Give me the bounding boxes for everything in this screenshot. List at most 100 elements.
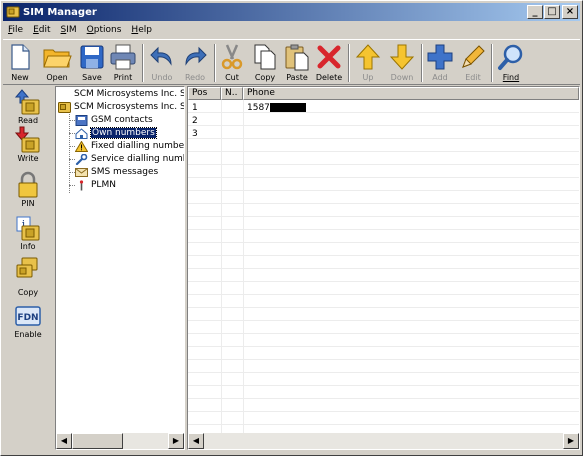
tree-horizontal-scrollbar[interactable]: ◀ ▶ xyxy=(56,433,184,449)
open-folder-icon xyxy=(43,49,72,68)
cut-label: Cut xyxy=(225,73,239,82)
up-label: Up xyxy=(362,73,374,82)
column-header-pos[interactable]: Pos xyxy=(188,87,221,100)
clipboard-paste-icon xyxy=(285,44,309,71)
enable-label: Enable xyxy=(14,330,42,339)
write-button[interactable]: Write xyxy=(6,126,50,163)
table-row[interactable]: 2 xyxy=(188,114,579,127)
tree-item-fixed-dialling-numbers[interactable]: Fixed dialling numbers xyxy=(75,140,184,152)
find-button[interactable]: Find xyxy=(495,42,527,84)
scroll-left-button[interactable]: ◀ xyxy=(188,433,204,449)
arrow-up-icon xyxy=(355,44,381,70)
read-button[interactable]: Read xyxy=(6,88,50,125)
toolbar-separator xyxy=(421,44,423,82)
column-header-phone[interactable]: Phone xyxy=(243,87,579,100)
tree-item-reader-sim[interactable]: SCM Microsystems Inc. SDIO xyxy=(58,101,184,113)
window-title: SIM Manager xyxy=(23,6,97,18)
find-label: Find xyxy=(502,73,520,82)
table-row[interactable]: 3 xyxy=(188,127,579,140)
plus-icon xyxy=(427,44,453,70)
paste-label: Paste xyxy=(286,73,308,82)
menu-edit[interactable]: Edit xyxy=(28,25,55,35)
delete-label: Delete xyxy=(315,73,343,82)
close-button[interactable]: × xyxy=(562,5,578,19)
tree-item-plmn[interactable]: PLMN xyxy=(75,179,116,191)
numbers-table[interactable]: Pos N.. Phone 1 1587 2 3 ◀ ▶ xyxy=(187,86,580,450)
wrench-icon xyxy=(75,153,88,165)
new-document-icon xyxy=(11,44,30,70)
undo-button[interactable]: Undo xyxy=(146,42,178,84)
redaction-bar xyxy=(269,103,306,112)
maximize-button[interactable]: □ xyxy=(544,5,560,19)
warning-icon xyxy=(75,140,88,152)
new-button[interactable]: New xyxy=(5,42,35,84)
read-sim-icon xyxy=(14,89,40,115)
printer-icon xyxy=(110,44,136,70)
tree-item-sms-messages[interactable]: SMS messages xyxy=(75,166,158,178)
fdn-enable-button[interactable]: FDN Enable xyxy=(6,302,50,339)
copy-sim-label: Copy xyxy=(17,288,39,297)
magnifier-icon xyxy=(498,44,523,70)
menu-file[interactable]: File xyxy=(3,25,28,35)
cut-button[interactable]: Cut xyxy=(218,42,246,84)
copy-sim-button[interactable]: Copy xyxy=(6,256,50,297)
pencil-icon xyxy=(462,45,485,68)
delete-x-icon xyxy=(317,45,341,69)
arrow-down-icon xyxy=(389,44,415,70)
copy-button[interactable]: Copy xyxy=(250,42,280,84)
column-header-name[interactable]: N.. xyxy=(221,87,243,100)
move-up-button[interactable]: Up xyxy=(354,42,382,84)
home-icon xyxy=(75,127,88,139)
tree-item-label: SCM Microsystems Inc. SDIO xyxy=(74,89,184,99)
table-body xyxy=(188,100,579,434)
tree-item-label: Fixed dialling numbers xyxy=(91,141,184,151)
tree-item-label: Own numbers xyxy=(90,127,157,139)
tree-view[interactable]: SCM Microsystems Inc. SDIO SCM Microsyst… xyxy=(55,86,185,450)
menu-sim[interactable]: SIM xyxy=(56,25,82,35)
move-down-button[interactable]: Down xyxy=(387,42,417,84)
tree-item-own-numbers[interactable]: Own numbers xyxy=(75,127,157,139)
read-label: Read xyxy=(17,116,39,125)
info-button[interactable]: i Info xyxy=(6,214,50,251)
edit-label: Edit xyxy=(465,73,481,82)
save-label: Save xyxy=(82,73,102,82)
cell-pos: 2 xyxy=(192,115,198,126)
menu-help[interactable]: Help xyxy=(126,25,157,35)
info-sim-icon: i xyxy=(16,216,40,241)
print-label: Print xyxy=(113,73,133,82)
scroll-thumb[interactable] xyxy=(72,433,123,449)
tree-item-label: SMS messages xyxy=(91,167,159,177)
tree-item-reader[interactable]: SCM Microsystems Inc. SDIO xyxy=(74,88,184,100)
table-horizontal-scrollbar[interactable]: ◀ ▶ xyxy=(188,433,579,449)
undo-arrow-icon xyxy=(150,46,172,66)
delete-button[interactable]: Delete xyxy=(313,42,345,84)
undo-label: Undo xyxy=(151,73,173,82)
table-header: Pos N.. Phone xyxy=(188,87,579,100)
sim-card-icon xyxy=(6,6,20,18)
edit-button[interactable]: Edit xyxy=(459,42,487,84)
scroll-right-button[interactable]: ▶ xyxy=(563,433,579,449)
open-button[interactable]: Open xyxy=(40,42,74,84)
down-label: Down xyxy=(390,73,414,82)
scroll-right-button[interactable]: ▶ xyxy=(168,433,184,449)
tree-item-service-dialling-numbers[interactable]: Service dialling numbers xyxy=(75,153,184,165)
redo-arrow-icon xyxy=(185,46,207,66)
pin-button[interactable]: PIN xyxy=(6,171,50,208)
minimize-button[interactable]: _ xyxy=(527,5,543,19)
menu-options[interactable]: Options xyxy=(82,25,127,35)
scroll-left-button[interactable]: ◀ xyxy=(56,433,72,449)
tree-item-label: SCM Microsystems Inc. SDIO xyxy=(74,102,184,112)
menu-options-mnemonic: O xyxy=(86,25,94,35)
lock-icon xyxy=(18,171,38,198)
title-bar[interactable]: SIM Manager _ □ × xyxy=(3,3,580,21)
paste-button[interactable]: Paste xyxy=(282,42,312,84)
print-button[interactable]: Print xyxy=(107,42,139,84)
write-label: Write xyxy=(17,154,39,163)
tree-item-gsm-contacts[interactable]: GSM contacts xyxy=(75,114,153,126)
menu-help-label: elp xyxy=(138,25,152,35)
redo-button[interactable]: Redo xyxy=(179,42,211,84)
toolbar: New Open Save Print Undo Redo Cut Copy P… xyxy=(3,39,580,85)
table-row[interactable]: 1 1587 xyxy=(188,101,579,114)
save-button[interactable]: Save xyxy=(77,42,107,84)
add-button[interactable]: Add xyxy=(425,42,455,84)
